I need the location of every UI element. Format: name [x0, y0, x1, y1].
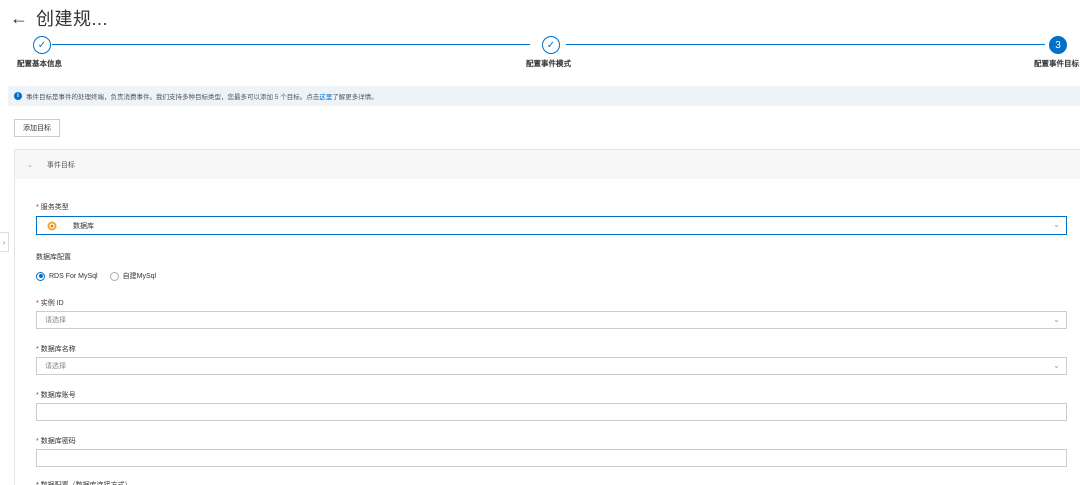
database-icon: [47, 221, 57, 230]
chevron-down-icon: ⌄: [27, 161, 33, 169]
db-password-label: * 数据库密码: [36, 438, 76, 445]
step-2-label: 配置事件模式: [526, 59, 571, 68]
service-type-select[interactable]: 数据库 ⌄: [36, 216, 1067, 235]
db-config-radio-group: RDS For MySql 自建MySql: [36, 271, 168, 281]
radio-checked-icon: [36, 271, 45, 281]
panel-title: 事件目标: [46, 161, 75, 169]
chevron-down-icon: ⌄: [1053, 315, 1060, 324]
instance-id-label: * 实例 ID: [36, 300, 64, 307]
instance-id-select[interactable]: 请选择 ⌄: [36, 311, 1067, 329]
info-text: 事件目标是事件的处理终端，负责消费事件。我们支持多种目标类型，您最多可以添加 5…: [26, 94, 320, 101]
radio-unchecked-icon: [109, 271, 119, 281]
event-target-panel: ⌄ 事件目标 * 服务类型 数据库 ⌄ 数据库配置 RDS For MySql 自…: [14, 149, 1080, 485]
add-target-button[interactable]: 添加目标: [14, 119, 60, 137]
cut-off-field-label: * 数据配置（数据库连接方式）: [36, 480, 132, 485]
db-account-label: * 数据库账号: [36, 392, 76, 399]
step-indicator: ✓ 配置基本信息 ✓ 配置事件模式 3 配置事件目标: [0, 34, 1080, 68]
step-connector: [566, 44, 1045, 45]
db-config-label: 数据库配置: [36, 254, 71, 261]
info-icon: i: [14, 92, 22, 100]
radio-self-built-mysql[interactable]: 自建MySql: [109, 271, 156, 281]
radio-rds-mysql[interactable]: RDS For MySql: [36, 271, 98, 281]
chevron-down-icon: ⌄: [1053, 361, 1060, 370]
step-3-label: 配置事件目标: [1034, 59, 1079, 68]
step-3-number: 3: [1049, 36, 1067, 54]
chevron-right-icon[interactable]: ›: [0, 232, 9, 252]
info-banner: i 事件目标是事件的处理终端，负责消费事件。我们支持多种目标类型，您最多可以添加…: [8, 86, 1080, 106]
instance-id-placeholder: 请选择: [45, 317, 66, 324]
panel-header[interactable]: ⌄ 事件目标: [15, 149, 1080, 179]
step-2-check-icon: ✓: [542, 36, 560, 54]
chevron-down-icon: ⌄: [1053, 220, 1060, 229]
service-type-value: 数据库: [73, 222, 94, 230]
db-name-placeholder: 请选择: [45, 363, 66, 370]
db-account-input[interactable]: [36, 403, 1067, 421]
step-connector: [52, 44, 530, 45]
page-header: ← 创建规...: [10, 6, 108, 30]
db-password-input[interactable]: [36, 449, 1067, 467]
page-title: 创建规...: [36, 9, 109, 29]
db-name-select[interactable]: 请选择 ⌄: [36, 357, 1067, 375]
arrow-left-icon[interactable]: ←: [10, 9, 28, 27]
service-type-label: * 服务类型: [36, 204, 69, 211]
step-1-label: 配置基本信息: [17, 59, 62, 68]
db-name-label: * 数据库名称: [36, 346, 76, 353]
info-link[interactable]: 这里: [319, 91, 332, 101]
step-1-check-icon: ✓: [33, 36, 51, 54]
info-text-tail: 了解更多详情。: [332, 94, 378, 101]
